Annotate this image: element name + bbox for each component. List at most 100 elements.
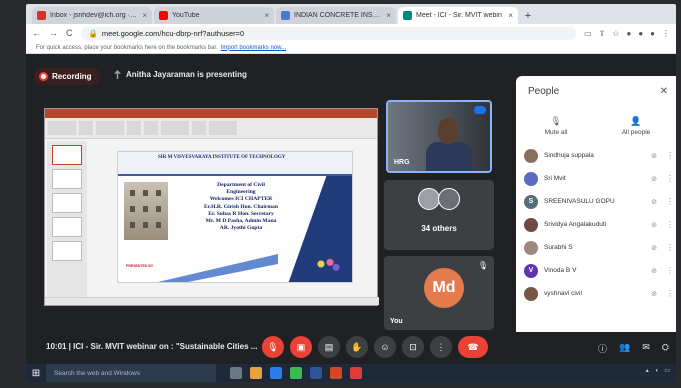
cast-icon[interactable]: ▭ — [584, 29, 592, 38]
add-people-button[interactable]: 👤 All people — [606, 116, 666, 136]
present-icon — [114, 70, 121, 79]
profile-icon[interactable]: ● — [650, 29, 655, 38]
close-icon[interactable]: × — [508, 11, 513, 20]
participant-video — [426, 142, 472, 171]
building-image — [124, 182, 168, 240]
page-icon — [281, 11, 290, 20]
slide-decoration — [158, 254, 278, 282]
more-options-icon: ⋮ — [436, 341, 446, 352]
slide-body: Department of Civil Engineering Welcomes… — [176, 182, 306, 232]
more-options-icon[interactable]: ⋮ — [666, 197, 674, 206]
more-options-icon[interactable]: ⋮ — [666, 151, 674, 160]
bookmarks-hint: For quick access, place your bookmarks h… — [36, 44, 218, 51]
people-icon[interactable]: 👥 — [619, 342, 630, 355]
participant-name: Srividya Angalakuduti — [544, 221, 607, 228]
powerpoint-icon[interactable] — [330, 367, 342, 379]
mic-off-icon[interactable]: ⊘ — [648, 290, 660, 298]
avatar — [524, 148, 538, 163]
reload-icon[interactable]: C — [66, 28, 73, 38]
forward-icon[interactable]: → — [49, 28, 58, 38]
participant-name: HRG — [394, 159, 410, 166]
more-options-button[interactable]: ⋮ — [430, 336, 452, 358]
list-item[interactable]: vyshnavi civil ⊘ ⋮ — [524, 282, 674, 305]
participant-name: Surabhi S — [544, 244, 573, 251]
tab-meet[interactable]: Meet - ICI - Sir. MVIT webin × — [398, 7, 518, 24]
avatar — [438, 188, 460, 210]
network-icon[interactable]: ▴ — [646, 367, 649, 374]
camera-off-icon: ▣ — [296, 341, 306, 352]
windows-start-icon[interactable]: ⊞ — [26, 364, 46, 382]
raise-hand-button[interactable]: ✋ — [346, 336, 368, 358]
list-item[interactable]: Sindhuja suppala ⊘ ⋮ — [524, 144, 674, 167]
more-options-icon[interactable]: ⋮ — [666, 220, 674, 229]
close-icon[interactable]: × — [264, 11, 269, 20]
more-options-icon[interactable]: ⋮ — [666, 266, 674, 275]
more-options-icon[interactable]: ⋮ — [666, 243, 674, 252]
more-options-icon[interactable]: ⋮ — [666, 289, 674, 298]
close-icon[interactable]: ✕ — [660, 86, 668, 97]
captions-button[interactable]: ▤ — [318, 336, 340, 358]
address-bar[interactable]: 🔒 meet.google.com/hcu-dbrp-nrf?authuser=… — [80, 26, 577, 40]
bookmarks-bar: For quick access, place your bookmarks h… — [26, 42, 676, 54]
mic-off-icon[interactable]: ⊘ — [648, 267, 660, 275]
list-item[interactable]: V Vinoda B V ⊘ ⋮ — [524, 259, 674, 282]
participant-name: You — [390, 318, 403, 325]
list-item[interactable]: Surabhi S ⊘ ⋮ — [524, 236, 674, 259]
word-icon[interactable] — [310, 367, 322, 379]
shared-screen: SIR M VISVESVARAYA INSTITUTE OF TECHNOLO… — [44, 108, 379, 306]
task-view-icon[interactable] — [230, 367, 242, 379]
star-icon[interactable]: ☆ — [612, 29, 619, 38]
volume-icon[interactable]: ◖ — [655, 368, 659, 374]
recording-label: Recording — [52, 72, 92, 81]
participant-tile-others[interactable]: 34 others — [384, 180, 494, 250]
present-button[interactable]: ⊡ — [402, 336, 424, 358]
list-item[interactable]: Srividya Angalakuduti ⊘ ⋮ — [524, 213, 674, 236]
new-tab-button[interactable]: + — [520, 7, 536, 24]
notifications-icon[interactable]: ▭ — [664, 367, 670, 374]
file-explorer-icon[interactable] — [250, 367, 262, 379]
participant-tile-self[interactable]: 🎙 Md You — [384, 256, 494, 330]
list-item[interactable]: Sri Mvit ⊘ ⋮ — [524, 167, 674, 190]
mute-all-button[interactable]: 🎙 Mute all — [526, 116, 586, 136]
mic-off-icon[interactable]: ⊘ — [648, 198, 660, 206]
close-icon[interactable]: × — [386, 11, 391, 20]
extension-icon[interactable]: ● — [638, 29, 643, 38]
mic-off-icon[interactable]: ⊘ — [648, 152, 660, 160]
tab-youtube[interactable]: YouTube × — [154, 7, 274, 24]
close-icon[interactable]: × — [142, 11, 147, 20]
extension-icons: ▭ ⇪ ☆ ● ● ● ⋮ — [584, 29, 670, 38]
more-options-icon[interactable]: ⋮ — [666, 174, 674, 183]
participant-list: Sindhuja suppala ⊘ ⋮ Sri Mvit ⊘ ⋮ S SREE… — [524, 144, 674, 305]
system-tray: ▴ ◖ ▭ — [646, 367, 670, 375]
monitor-screen: Inbox - jsnhdev@ich.org · INDIA × YouTub… — [26, 4, 676, 382]
chrome-icon[interactable] — [290, 367, 302, 379]
side-controls: ⓘ 👥 ✉ ⛭ 🔒 — [598, 342, 676, 355]
camera-toggle-button[interactable]: ▣ — [290, 336, 312, 358]
activities-icon[interactable]: ⛭ — [662, 342, 669, 355]
import-bookmarks-link[interactable]: Import bookmarks now... — [221, 45, 286, 51]
extension-icon[interactable]: ● — [626, 29, 631, 38]
edge-icon[interactable] — [270, 367, 282, 379]
info-icon[interactable]: ⓘ — [598, 342, 607, 355]
slide-thumbnail — [52, 217, 82, 237]
menu-icon[interactable]: ⋮ — [662, 29, 670, 38]
share-icon[interactable]: ⇪ — [599, 29, 606, 38]
avatar — [524, 286, 538, 301]
taskbar-search[interactable]: Search the web and Windows — [46, 364, 216, 382]
list-item[interactable]: S SREENIVASULU GOPU ⊘ ⋮ — [524, 190, 674, 213]
back-icon[interactable]: ← — [32, 28, 41, 38]
chat-icon[interactable]: ✉ — [642, 342, 650, 355]
slide-header: SIR M VISVESVARAYA INSTITUTE OF TECHNOLO… — [118, 152, 352, 176]
tab-gmail[interactable]: Inbox - jsnhdev@ich.org · INDIA × — [32, 7, 152, 24]
mic-off-icon[interactable]: ⊘ — [648, 175, 660, 183]
mic-off-icon[interactable]: ⊘ — [648, 221, 660, 229]
reactions-button[interactable]: ☺ — [374, 336, 396, 358]
mic-toggle-button[interactable]: 🎙 — [262, 336, 284, 358]
ribbon-tool — [48, 121, 76, 135]
tab-indian-concrete-institute[interactable]: INDIAN CONCRETE INSTITUTE × — [276, 7, 396, 24]
participant-tile-presenter[interactable]: HRG — [386, 100, 492, 173]
acrobat-icon[interactable] — [350, 367, 362, 379]
hand-icon: ✋ — [351, 341, 363, 352]
mic-off-icon[interactable]: ⊘ — [648, 244, 660, 252]
leave-call-button[interactable]: ☎ — [458, 336, 488, 358]
